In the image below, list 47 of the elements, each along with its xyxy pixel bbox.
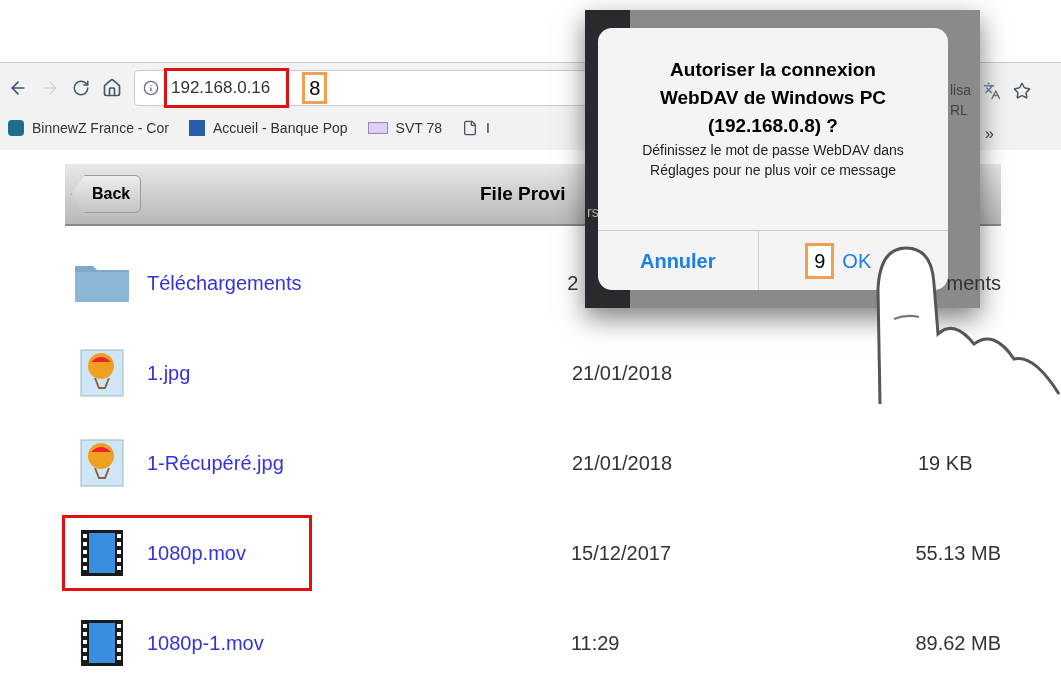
cut-text: lisa	[950, 81, 971, 100]
step-number: 9	[805, 242, 835, 279]
file-name-row[interactable]: 1-Récupéré.jpg	[65, 428, 310, 498]
file-name: Téléchargements	[147, 271, 302, 296]
file-name: 1.jpg	[147, 361, 191, 386]
bookmark-logo-icon	[8, 120, 24, 136]
info-icon	[143, 80, 159, 96]
bookmark-item[interactable]: SVT 78	[367, 117, 442, 139]
file-name: 1-Récupéré.jpg	[147, 451, 284, 476]
home-icon[interactable]	[102, 78, 122, 98]
file-name-row[interactable]: 1080p-1.mov	[65, 608, 309, 678]
file-size: 19 KB	[918, 451, 973, 476]
file-date: 2	[567, 271, 580, 296]
step-number: 8	[302, 72, 328, 104]
bookmark-logo-icon	[188, 120, 205, 136]
balloon-image-icon	[79, 348, 125, 398]
back-button[interactable]: Back	[71, 175, 142, 213]
file-date: 21/01/2018	[572, 361, 674, 386]
file-name-row[interactable]: Téléchargements	[65, 248, 306, 318]
file-size: 89.62 MB	[915, 631, 1001, 656]
bookmark-logo-icon	[367, 122, 388, 134]
overflow-chevron[interactable]: »	[985, 122, 994, 146]
translate-icon[interactable]	[983, 82, 1001, 100]
film-video-icon	[79, 618, 125, 668]
bookmark-item[interactable]: I	[462, 117, 490, 139]
file-name: 1080p-1.mov	[147, 631, 264, 656]
file-date: 15/12/2017	[570, 541, 673, 566]
file-name-row[interactable]: 1080p.mov	[65, 518, 309, 588]
star-icon[interactable]	[1013, 82, 1031, 100]
bookmark-item[interactable]: Accueil - Banque Pop	[188, 117, 348, 139]
file-date: 21/01/2018	[572, 451, 674, 476]
cancel-button[interactable]: Annuler	[598, 231, 759, 290]
file-name: 1080p.mov	[147, 541, 246, 566]
url-text: 192.168.0.16	[167, 71, 287, 105]
balloon-image-icon	[79, 438, 125, 488]
file-date: 11:29	[570, 631, 621, 656]
page-icon	[462, 120, 478, 136]
file-name-row[interactable]: 1.jpg	[65, 338, 310, 408]
dialog-message: Définissez le mot de passe WebDAV dans Réglages pour ne plus voir ce message	[641, 141, 905, 180]
cut-text: RL	[950, 101, 969, 120]
film-video-icon	[79, 528, 125, 578]
bookmark-item[interactable]: BinnewZ France - Cor	[8, 117, 169, 139]
page-title: File Provi	[480, 181, 566, 206]
ok-button[interactable]: OK	[842, 245, 872, 276]
reload-icon[interactable]	[72, 79, 90, 97]
file-size: 55.13 MB	[915, 541, 1001, 566]
dialog-title: Autoriser la connexion WebDAV de Windows PC (192.168.0.8) ?	[658, 58, 888, 138]
